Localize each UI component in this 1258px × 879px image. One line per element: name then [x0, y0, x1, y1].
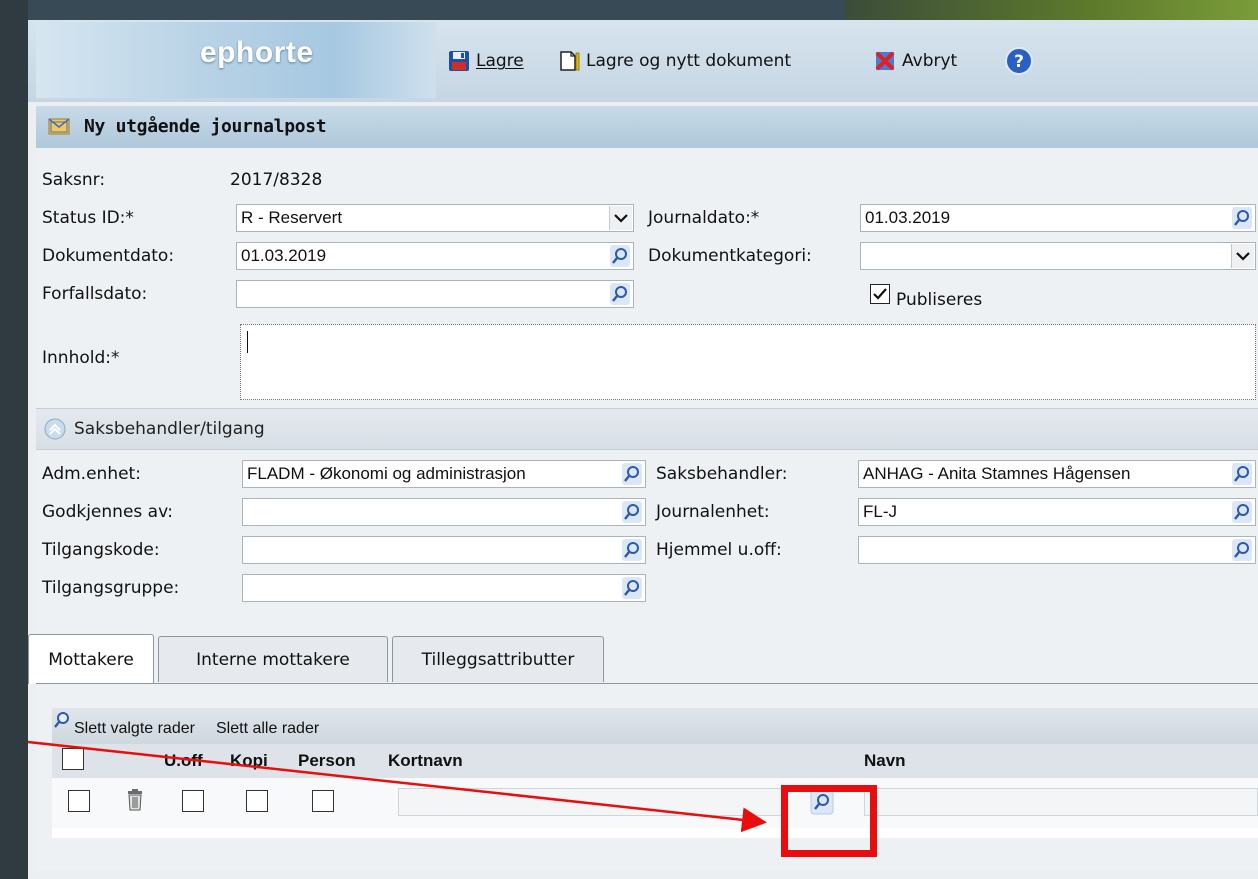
annotation-arrow — [27, 740, 767, 833]
annotation-highlight-box — [781, 785, 877, 857]
